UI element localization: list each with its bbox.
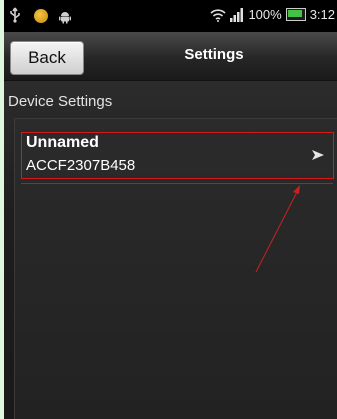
section-header: Device Settings xyxy=(8,93,113,110)
device-id: ACCF2307B458 xyxy=(26,157,136,174)
device-list: Unnamed ACCF2307B458 xyxy=(14,118,337,419)
usb-icon xyxy=(8,7,24,23)
weather-sun-icon xyxy=(34,8,48,23)
status-bar-notifications xyxy=(8,7,72,24)
status-bar: 100% 3:12 xyxy=(4,0,337,32)
battery-icon xyxy=(285,8,306,21)
clock: 3:12 xyxy=(309,7,335,22)
back-button[interactable]: Back xyxy=(10,41,84,75)
list-divider xyxy=(21,183,333,184)
status-bar-system: 100% 3:12 xyxy=(210,7,335,22)
device-list-item[interactable]: Unnamed ACCF2307B458 xyxy=(21,132,334,179)
page-title: Settings xyxy=(184,46,244,63)
chevron-right-icon xyxy=(311,147,325,161)
settings-content: Device Settings Unnamed ACCF2307B458 xyxy=(4,81,337,419)
device-name: Unnamed xyxy=(26,134,99,151)
signal-icon xyxy=(230,7,244,22)
phone-screen: 100% 3:12 Back Settings Device Settings … xyxy=(4,0,337,419)
wifi-icon xyxy=(210,8,226,22)
title-bar: Back Settings xyxy=(4,32,337,81)
battery-percent: 100% xyxy=(248,7,282,22)
android-icon xyxy=(58,9,72,24)
